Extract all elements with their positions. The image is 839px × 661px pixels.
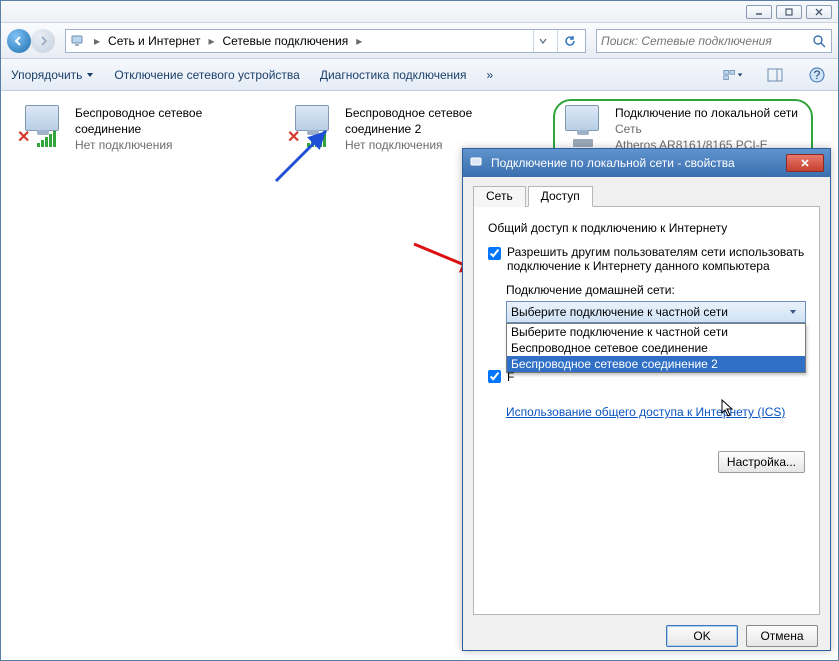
dialog-title: Подключение по локальной сети - свойства [491,156,780,170]
command-bar: Упорядочить Отключение сетевого устройст… [1,59,838,91]
cursor-icon [721,399,737,419]
cancel-button[interactable]: Отмена [746,625,818,647]
signal-bars-icon [307,131,326,147]
connection-title: Беспроводное сетевое соединение 2 [345,105,537,137]
properties-dialog: Подключение по локальной сети - свойства… [462,148,831,651]
ics-help-link[interactable]: Использование общего доступа к Интернету… [506,405,785,419]
combo-option[interactable]: Беспроводное сетевое соединение 2 [507,356,805,372]
dialog-button-row: OK Отмена [463,615,830,657]
group-label: Общий доступ к подключению к Интернету [488,221,805,235]
window-titlebar [1,1,838,23]
chevron-right-double-icon: » [487,68,494,82]
overflow-menu[interactable]: » [487,68,494,82]
ok-button[interactable]: OK [666,625,738,647]
wireless-icon: ✕ [289,105,337,145]
nav-back-forward [7,27,59,55]
chevron-down-icon [785,308,801,316]
breadcrumb-root[interactable]: Сеть и Интернет [108,34,200,48]
organize-menu[interactable]: Упорядочить [11,68,94,82]
error-x-icon: ✕ [17,127,30,147]
search-input[interactable] [601,34,811,48]
connection-title: Подключение по локальной сети [615,105,807,121]
disable-label: Отключение сетевого устройства [114,68,299,82]
combo-selected-text: Выберите подключение к частной сети [511,305,785,319]
breadcrumb-current[interactable]: Сетевые подключения [222,34,348,48]
network-icon [70,33,86,49]
error-x-icon: ✕ [287,127,300,147]
connection-status: Сеть [615,121,807,137]
wireless-icon: ✕ [19,105,67,145]
chevron-right-icon: ▸ [354,34,364,48]
dialog-close-button[interactable] [786,154,824,172]
svg-text:?: ? [814,68,821,82]
address-history-dropdown[interactable] [533,30,551,52]
forward-button[interactable] [31,29,55,53]
chevron-right-icon: ▸ [206,34,216,48]
ethernet-icon [559,105,607,145]
breadcrumb-bar[interactable]: ▸ Сеть и Интернет ▸ Сетевые подключения … [65,29,586,53]
refresh-button[interactable] [557,30,581,52]
allow-sharing-checkbox[interactable] [488,247,501,260]
close-button[interactable] [806,5,832,19]
tab-network[interactable]: Сеть [473,186,526,207]
minimize-button[interactable] [746,5,772,19]
combo-option[interactable]: Выберите подключение к частной сети [507,324,805,340]
combo-option[interactable]: Беспроводное сетевое соединение [507,340,805,356]
organize-label: Упорядочить [11,68,82,82]
signal-bars-icon [37,131,56,147]
tab-panel-sharing: Общий доступ к подключению к Интернету Р… [473,207,820,615]
chevron-down-icon [86,68,94,82]
help-button[interactable]: ? [806,64,828,86]
disable-device-button[interactable]: Отключение сетевого устройства [114,68,299,82]
chevron-down-icon [737,71,743,79]
configure-button[interactable]: Настройка... [718,451,805,473]
diagnose-button[interactable]: Диагностика подключения [320,68,467,82]
maximize-button[interactable] [776,5,802,19]
view-options-button[interactable] [722,64,744,86]
back-button[interactable] [7,29,31,53]
tab-sharing[interactable]: Доступ [528,186,593,207]
dialog-titlebar[interactable]: Подключение по локальной сети - свойства [463,149,830,177]
preview-pane-button[interactable] [764,64,786,86]
tab-strip: Сеть Доступ [473,185,820,207]
allow-control-label-partial: F [507,370,514,384]
connection-title: Беспроводное сетевое соединение [75,105,267,137]
diagnose-label: Диагностика подключения [320,68,467,82]
home-network-label: Подключение домашней сети: [506,283,805,297]
connection-item-wireless-1[interactable]: ✕ Беспроводное сетевое соединение Нет по… [13,99,273,176]
search-icon [811,33,827,49]
allow-control-checkbox[interactable] [488,370,501,383]
home-network-combo[interactable]: Выберите подключение к частной сети [506,301,806,323]
chevron-right-icon: ▸ [92,34,102,48]
connection-status: Нет подключения [75,137,267,153]
allow-sharing-label: Разрешить другим пользователям сети испо… [507,245,805,273]
network-icon [469,155,485,171]
address-bar-row: ▸ Сеть и Интернет ▸ Сетевые подключения … [1,23,838,59]
search-box[interactable] [596,29,832,53]
combo-dropdown-list: Выберите подключение к частной сети Бесп… [506,323,806,373]
